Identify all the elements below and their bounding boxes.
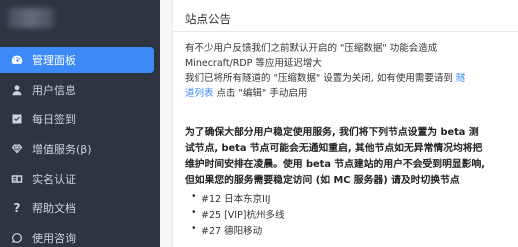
node-list-item: #25 [VIP]杭州多线 [191, 207, 284, 221]
id-card-icon [10, 172, 24, 186]
sidebar-item-consult[interactable]: 使用咨询 [0, 225, 154, 247]
sidebar-item-label: 每日签到 [32, 113, 76, 126]
sidebar-item-help-docs[interactable]: ? 帮助文档 [0, 195, 154, 221]
divider [173, 31, 518, 32]
sidebar-item-checkin[interactable]: 每日签到 [0, 106, 154, 132]
sidebar-item-value-added[interactable]: 增值服务(β) [0, 136, 154, 162]
notice-card: 站点公告 有不少用户反馈我们之前默认开启的 "压缩数据" 功能会造成 Minec… [172, 0, 518, 247]
sidebar-item-label: 帮助文档 [32, 202, 76, 215]
notice-line: 有不少用户反馈我们之前默认开启的 "压缩数据" 功能会造成 [185, 43, 438, 54]
sidebar-item-label: 管理面板 [32, 54, 76, 67]
sidebar-item-user-info[interactable]: 用户信息 [0, 77, 154, 103]
sidebar-item-label: 用户信息 [32, 84, 76, 97]
checkbox-icon [10, 112, 24, 126]
dashboard-icon [10, 53, 24, 67]
beta-notice-line: 但如果您的服务需要稳定访问 (如 MC 服务器) 请及时切换节点 [185, 175, 460, 186]
sidebar-item-label: 增值服务(β) [32, 143, 92, 156]
beta-notice-line: 为了确保大部分用户稳定使用服务, 我们将下列节点设置为 beta 测 [185, 127, 479, 138]
notice-text: 我们已将所有隧道的 "压缩数据" 设置为关闭, 如有使用需要请到 [185, 73, 456, 84]
sidebar-item-label: 实名认证 [32, 173, 76, 186]
chat-icon [10, 231, 24, 245]
beta-notice-line: 试节点, beta 节点可能会无通知重启, 其他节点如无异常情况均将把 [185, 143, 483, 154]
sidebar: 管理面板 用户信息 每日签到 增值服务(β) 实名认证 ? 帮助文档 使用咨询 [0, 0, 160, 247]
notice-text: 点击 "编辑" 手动启用 [213, 88, 308, 99]
brand-logo [8, 8, 54, 28]
sidebar-item-realname[interactable]: 实名认证 [0, 166, 154, 192]
user-icon [10, 83, 24, 97]
notice-title: 站点公告 [185, 12, 231, 26]
node-list-item: #27 德阳移动 [191, 223, 262, 237]
notice-line: 道列表 点击 "编辑" 手动启用 [185, 85, 307, 99]
sidebar-item-dashboard[interactable]: 管理面板 [0, 47, 154, 73]
tunnel-list-link[interactable]: 道列表 [185, 88, 214, 99]
sidebar-item-label: 使用咨询 [32, 232, 76, 245]
beta-notice-line: 维护时间安排在凌晨。使用 beta 节点建站的用户不会受到明显影响, [185, 159, 486, 170]
tunnel-list-link[interactable]: 隧 [456, 73, 466, 84]
notice-line: Minecraft/RDP 等应用延迟增大 [185, 58, 322, 69]
main-content: 站点公告 有不少用户反馈我们之前默认开启的 "压缩数据" 功能会造成 Minec… [160, 0, 518, 247]
question-icon: ? [13, 201, 21, 215]
node-list-item: #12 日本东京IIJ [191, 191, 271, 205]
notice-line: 我们已将所有隧道的 "压缩数据" 设置为关闭, 如有使用需要请到 隧 [185, 70, 465, 84]
diamond-icon [10, 142, 24, 156]
